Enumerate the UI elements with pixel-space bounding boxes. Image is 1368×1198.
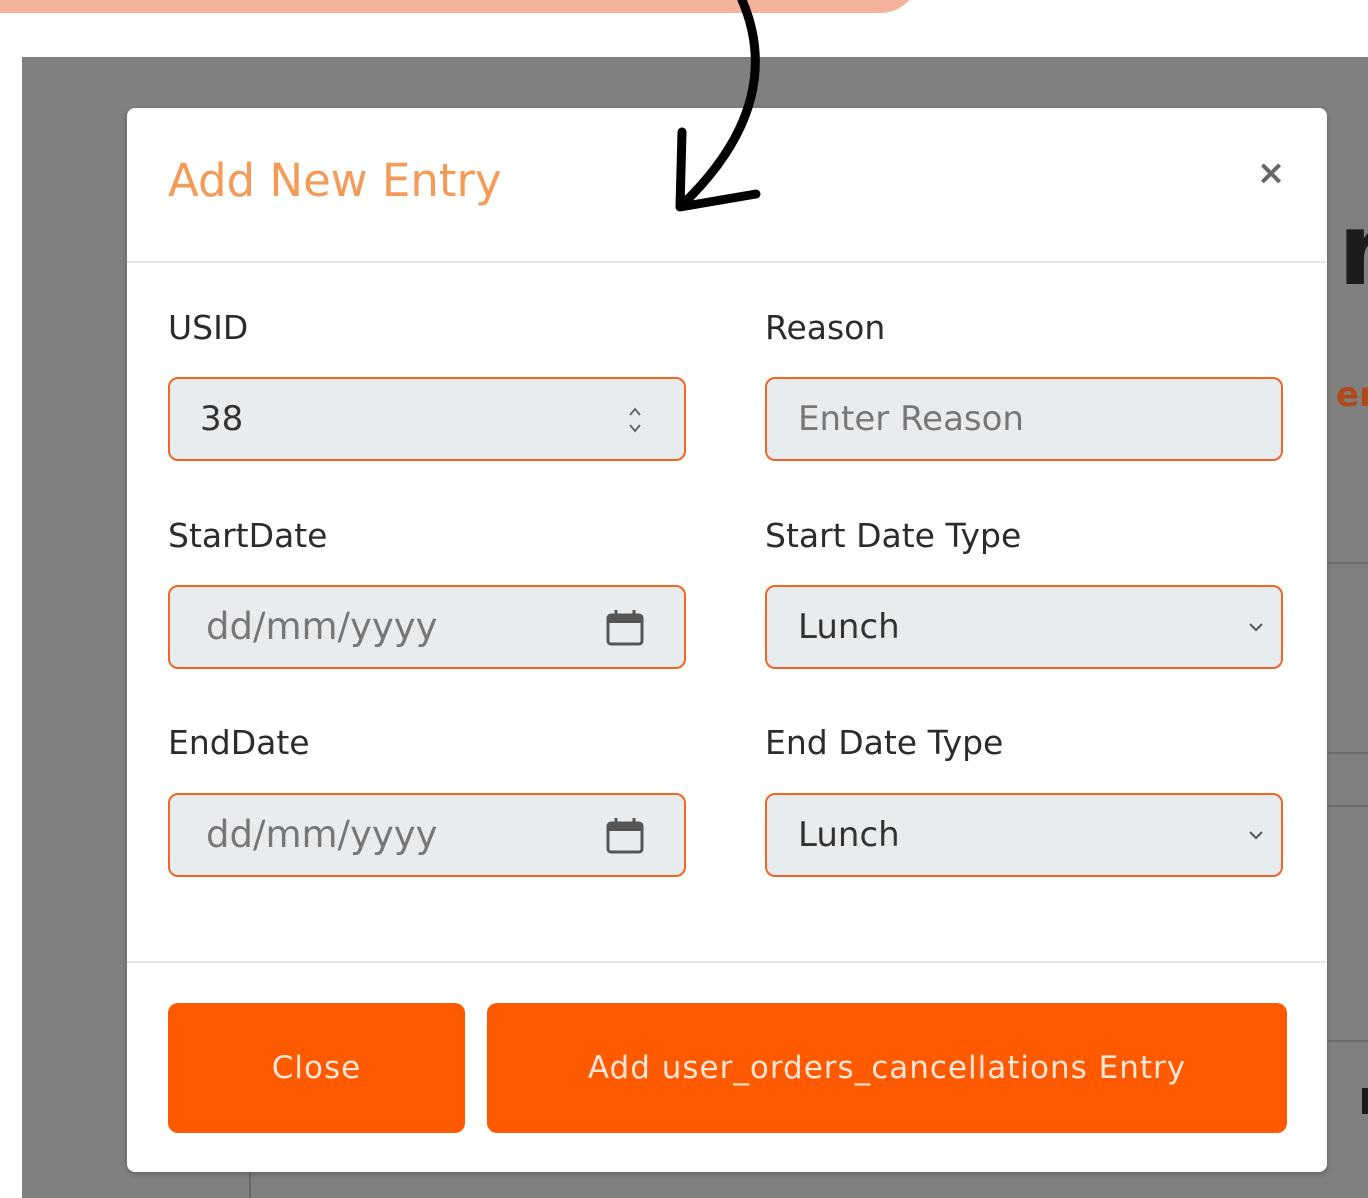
calendar-icon[interactable] bbox=[606, 817, 644, 855]
chevron-down-icon bbox=[1249, 623, 1263, 632]
background-divider bbox=[249, 1172, 251, 1198]
end-date-input[interactable]: dd/mm/yyyy bbox=[168, 793, 686, 877]
usid-input[interactable]: 38 bbox=[168, 377, 686, 461]
background-link-fragment: en bbox=[1336, 375, 1368, 415]
end-date-type-select[interactable]: Lunch bbox=[765, 793, 1283, 877]
modal-title: Add New Entry bbox=[168, 154, 502, 207]
spinner-icon[interactable] bbox=[626, 403, 644, 437]
end-date-placeholder: dd/mm/yyyy bbox=[206, 813, 438, 856]
background-divider bbox=[1328, 805, 1368, 807]
hand-drawn-arrow-icon bbox=[675, 0, 761, 212]
start-date-type-label: Start Date Type bbox=[765, 516, 1022, 555]
start-date-label: StartDate bbox=[168, 516, 328, 555]
start-date-input[interactable]: dd/mm/yyyy bbox=[168, 585, 686, 669]
reason-input[interactable]: Enter Reason bbox=[765, 377, 1283, 461]
calendar-icon[interactable] bbox=[606, 609, 644, 647]
background-heading-fragment: r bbox=[1338, 191, 1368, 308]
end-date-type-label: End Date Type bbox=[765, 723, 1004, 762]
start-date-type-select[interactable]: Lunch bbox=[765, 585, 1283, 669]
end-date-type-value: Lunch bbox=[798, 815, 900, 855]
add-entry-modal: Add New Entry × USID 38 Reason Enter Rea… bbox=[127, 108, 1327, 1172]
chevron-down-icon bbox=[1249, 831, 1263, 840]
reason-label: Reason bbox=[765, 308, 886, 347]
add-entry-button[interactable]: Add user_orders_cancellations Entry bbox=[487, 1003, 1287, 1133]
background-divider bbox=[1328, 1040, 1368, 1042]
close-button[interactable]: Close bbox=[168, 1003, 465, 1133]
callout-banner bbox=[0, 0, 920, 13]
usid-value: 38 bbox=[200, 399, 244, 439]
close-icon[interactable]: × bbox=[1251, 153, 1291, 193]
start-date-placeholder: dd/mm/yyyy bbox=[206, 605, 438, 648]
background-text-fragment bbox=[1362, 1088, 1368, 1114]
end-date-label: EndDate bbox=[168, 723, 310, 762]
start-date-type-value: Lunch bbox=[798, 607, 900, 647]
usid-label: USID bbox=[168, 308, 249, 347]
modal-footer: Close Add user_orders_cancellations Entr… bbox=[127, 961, 1327, 1174]
background-divider bbox=[1328, 752, 1368, 754]
reason-placeholder: Enter Reason bbox=[798, 399, 1024, 439]
background-divider bbox=[1328, 562, 1368, 564]
